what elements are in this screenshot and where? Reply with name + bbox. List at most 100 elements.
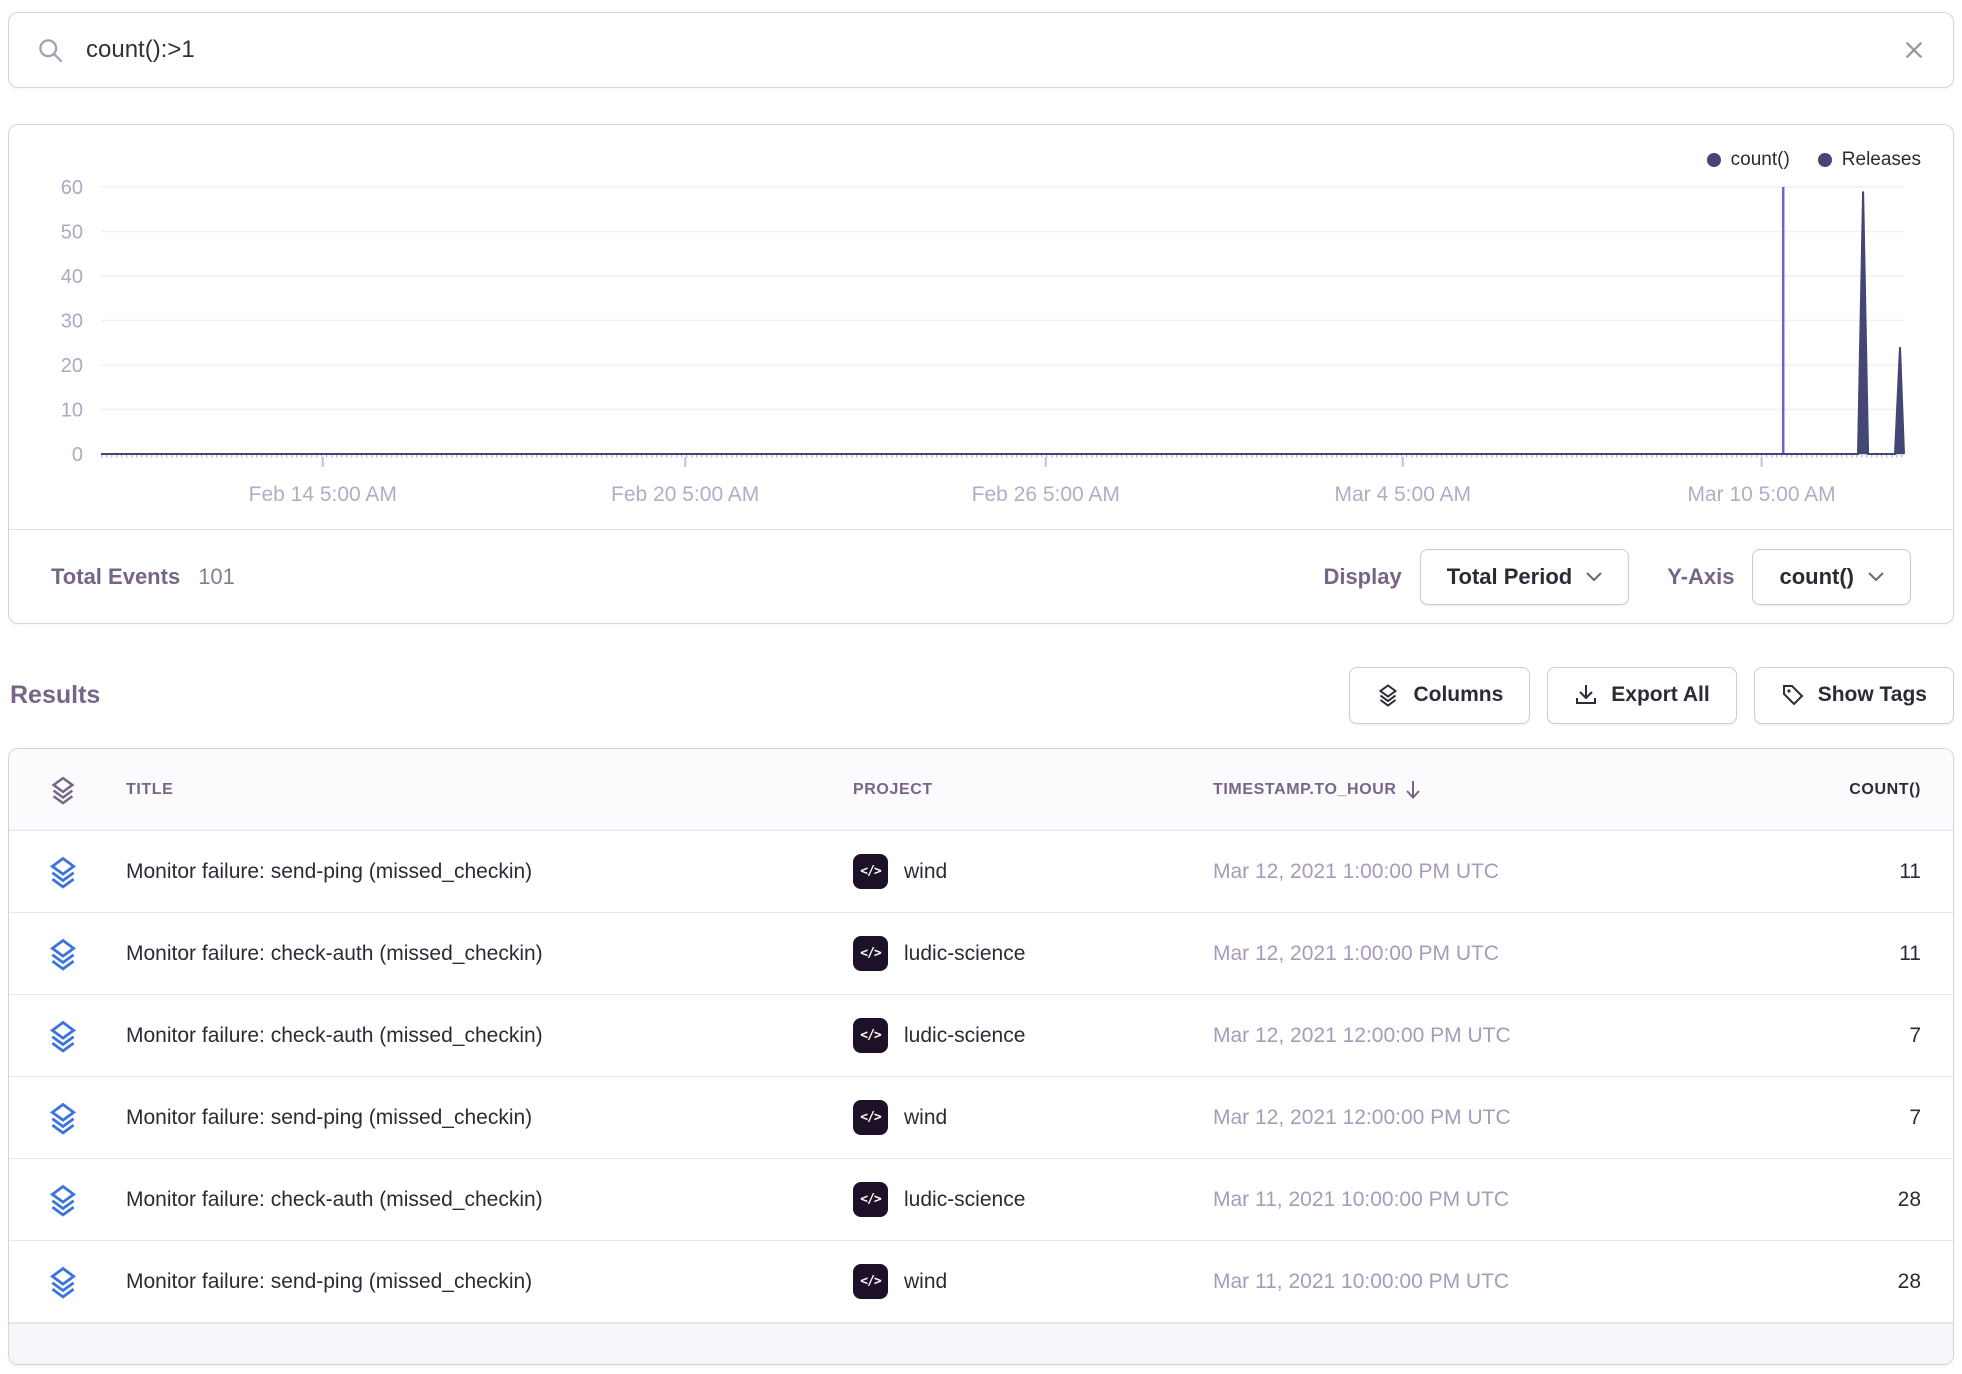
events-chart-panel: count()Releases 0102030405060Feb 14 5:00… [8, 124, 1954, 624]
show-tags-button[interactable]: Show Tags [1754, 667, 1954, 724]
project-platform-icon: </> [853, 936, 888, 971]
download-icon [1574, 683, 1598, 707]
project-platform-icon: </> [853, 1018, 888, 1053]
project-name: ludic-science [904, 1024, 1025, 1048]
svg-text:40: 40 [61, 266, 83, 288]
row-timestamp: Mar 12, 2021 12:00:00 PM UTC [1213, 1106, 1709, 1130]
row-title-link[interactable]: Monitor failure: check-auth (missed_chec… [116, 1024, 853, 1048]
header-stack-icon-cell [9, 775, 116, 805]
table-row[interactable]: Monitor failure: send-ping (missed_check… [9, 1241, 1953, 1323]
legend-label: count() [1731, 149, 1790, 171]
project-name: wind [904, 1106, 947, 1130]
table-row[interactable]: Monitor failure: check-auth (missed_chec… [9, 1159, 1953, 1241]
row-title-link[interactable]: Monitor failure: check-auth (missed_chec… [116, 942, 853, 966]
row-title-link[interactable]: Monitor failure: send-ping (missed_check… [116, 860, 853, 884]
columns-button[interactable]: Columns [1349, 667, 1530, 724]
svg-text:10: 10 [61, 400, 83, 422]
display-dropdown-value: Total Period [1447, 564, 1573, 590]
row-project: </> ludic-science [853, 936, 1213, 971]
results-heading: Results [10, 681, 100, 710]
total-events-label: Total Events [51, 564, 180, 590]
legend-label: Releases [1842, 149, 1921, 171]
svg-text:Feb 26 5:00 AM: Feb 26 5:00 AM [972, 483, 1120, 506]
row-title-link[interactable]: Monitor failure: send-ping (missed_check… [116, 1270, 853, 1294]
legend-dot-icon [1707, 153, 1721, 167]
button-label: Show Tags [1818, 683, 1927, 707]
chart-summary-row: Total Events 101 Display Total Period Y-… [9, 529, 1953, 623]
project-name: wind [904, 860, 947, 884]
project-platform-icon: </> [853, 1182, 888, 1217]
stack-icon [46, 1019, 80, 1053]
search-icon [37, 37, 64, 64]
tag-icon [1781, 683, 1805, 707]
row-stack-icon-cell [9, 1183, 116, 1217]
table-row[interactable]: Monitor failure: send-ping (missed_check… [9, 831, 1953, 913]
column-header-project[interactable]: PROJECT [853, 781, 1213, 799]
row-count: 7 [1909, 1106, 1921, 1130]
column-header-count[interactable]: COUNT() [1849, 781, 1921, 799]
stack-icon [46, 1101, 80, 1135]
export-all-button[interactable]: Export All [1547, 667, 1736, 724]
row-project: </> wind [853, 1264, 1213, 1299]
button-label: Columns [1413, 683, 1503, 707]
row-timestamp: Mar 12, 2021 12:00:00 PM UTC [1213, 1024, 1709, 1048]
table-row[interactable]: Monitor failure: send-ping (missed_check… [9, 1077, 1953, 1159]
stack-icon [48, 775, 78, 805]
svg-text:60: 60 [61, 177, 83, 199]
row-count: 7 [1909, 1024, 1921, 1048]
chevron-down-icon [1868, 572, 1884, 582]
stack-icon [46, 937, 80, 971]
results-table: TITLE PROJECT TIMESTAMP.TO_HOUR COUNT() … [8, 748, 1954, 1365]
total-events-value: 101 [198, 564, 235, 590]
row-title-link[interactable]: Monitor failure: check-auth (missed_chec… [116, 1188, 853, 1212]
project-name: ludic-science [904, 1188, 1025, 1212]
row-timestamp: Mar 12, 2021 1:00:00 PM UTC [1213, 860, 1709, 884]
svg-text:30: 30 [61, 311, 83, 333]
yaxis-label: Y-Axis [1667, 564, 1734, 590]
display-label: Display [1323, 564, 1401, 590]
row-project: </> ludic-science [853, 1182, 1213, 1217]
column-header-title[interactable]: TITLE [116, 781, 853, 799]
stack-icon [46, 1265, 80, 1299]
svg-text:0: 0 [72, 444, 83, 466]
events-chart: 0102030405060Feb 14 5:00 AMFeb 20 5:00 A… [9, 175, 1953, 535]
stack-icon [1376, 683, 1400, 707]
button-label: Export All [1611, 683, 1709, 707]
table-footer [9, 1323, 1953, 1364]
row-timestamp: Mar 11, 2021 10:00:00 PM UTC [1213, 1188, 1709, 1212]
row-stack-icon-cell [9, 1265, 116, 1299]
row-count: 28 [1898, 1188, 1921, 1212]
search-bar[interactable] [8, 12, 1954, 88]
row-project: </> wind [853, 854, 1213, 889]
table-row[interactable]: Monitor failure: check-auth (missed_chec… [9, 913, 1953, 995]
row-project: </> ludic-science [853, 1018, 1213, 1053]
table-header: TITLE PROJECT TIMESTAMP.TO_HOUR COUNT() [9, 749, 1953, 831]
row-title-link[interactable]: Monitor failure: send-ping (missed_check… [116, 1106, 853, 1130]
row-project: </> wind [853, 1100, 1213, 1135]
row-count: 28 [1898, 1270, 1921, 1294]
yaxis-dropdown[interactable]: count() [1752, 549, 1911, 605]
row-timestamp: Mar 12, 2021 1:00:00 PM UTC [1213, 942, 1709, 966]
legend-item[interactable]: count() [1707, 149, 1790, 171]
svg-text:Feb 14 5:00 AM: Feb 14 5:00 AM [249, 483, 397, 506]
row-stack-icon-cell [9, 855, 116, 889]
project-platform-icon: </> [853, 1100, 888, 1135]
results-actions: Columns Export All Show Tags [1349, 667, 1954, 724]
project-platform-icon: </> [853, 854, 888, 889]
svg-text:Mar 10 5:00 AM: Mar 10 5:00 AM [1687, 483, 1835, 506]
project-name: ludic-science [904, 942, 1025, 966]
row-stack-icon-cell [9, 1019, 116, 1053]
table-row[interactable]: Monitor failure: check-auth (missed_chec… [9, 995, 1953, 1077]
table-body: Monitor failure: send-ping (missed_check… [9, 831, 1953, 1323]
close-icon[interactable] [1903, 39, 1925, 61]
row-timestamp: Mar 11, 2021 10:00:00 PM UTC [1213, 1270, 1709, 1294]
sort-desc-arrow-icon [1405, 780, 1421, 800]
search-input[interactable] [86, 36, 1903, 64]
svg-text:Mar 4 5:00 AM: Mar 4 5:00 AM [1334, 483, 1471, 506]
legend-item[interactable]: Releases [1818, 149, 1921, 171]
yaxis-dropdown-value: count() [1779, 564, 1854, 590]
column-header-timestamp-label: TIMESTAMP.TO_HOUR [1213, 781, 1397, 799]
display-dropdown[interactable]: Total Period [1420, 549, 1630, 605]
column-header-timestamp[interactable]: TIMESTAMP.TO_HOUR [1213, 780, 1709, 800]
row-count: 11 [1899, 942, 1921, 966]
